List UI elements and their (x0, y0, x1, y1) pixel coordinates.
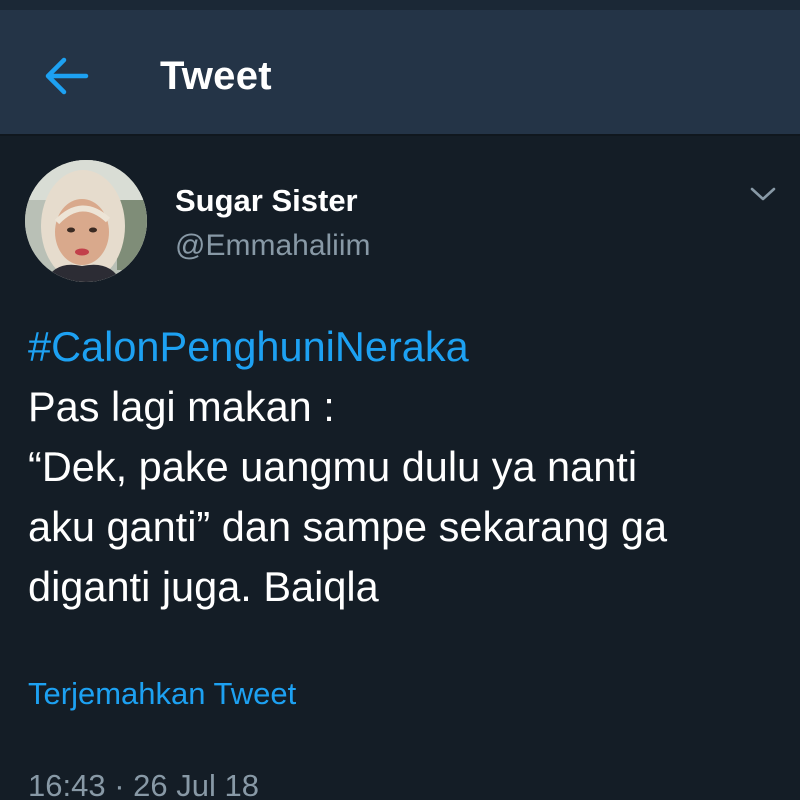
tweet-menu-button[interactable] (742, 178, 784, 210)
arrow-left-icon (45, 57, 89, 95)
avatar[interactable] (25, 160, 147, 282)
app-bar: Tweet (0, 10, 800, 134)
page-title: Tweet (160, 54, 272, 98)
translate-tweet-link[interactable]: Terjemahkan Tweet (28, 674, 296, 714)
hashtag-link[interactable]: #CalonPenghuniNeraka (28, 317, 788, 377)
back-button[interactable] (28, 44, 104, 108)
header-divider (0, 134, 800, 136)
status-bar (0, 0, 800, 10)
avatar-photo (25, 160, 147, 282)
tweet-text-line: diganti juga. Baiqla (28, 563, 379, 610)
tweet-text-line: aku ganti” dan sampe sekarang ga (28, 503, 668, 550)
author-display-name[interactable]: Sugar Sister (175, 182, 358, 220)
tweet-text: #CalonPenghuniNeraka Pas lagi makan : “D… (28, 317, 788, 617)
tweet-timestamp: 16:43 · 26 Jul 18 (28, 768, 259, 800)
tweet-text-line: Pas lagi makan : (28, 383, 335, 430)
tweet-detail-screen: Tweet Sugar Sister @Emmahaliim #CalonPen… (0, 0, 800, 800)
tweet-text-line: “Dek, pake uangmu dulu ya nanti (28, 443, 638, 490)
author-handle[interactable]: @Emmahaliim (175, 227, 370, 265)
chevron-down-icon (750, 187, 776, 201)
